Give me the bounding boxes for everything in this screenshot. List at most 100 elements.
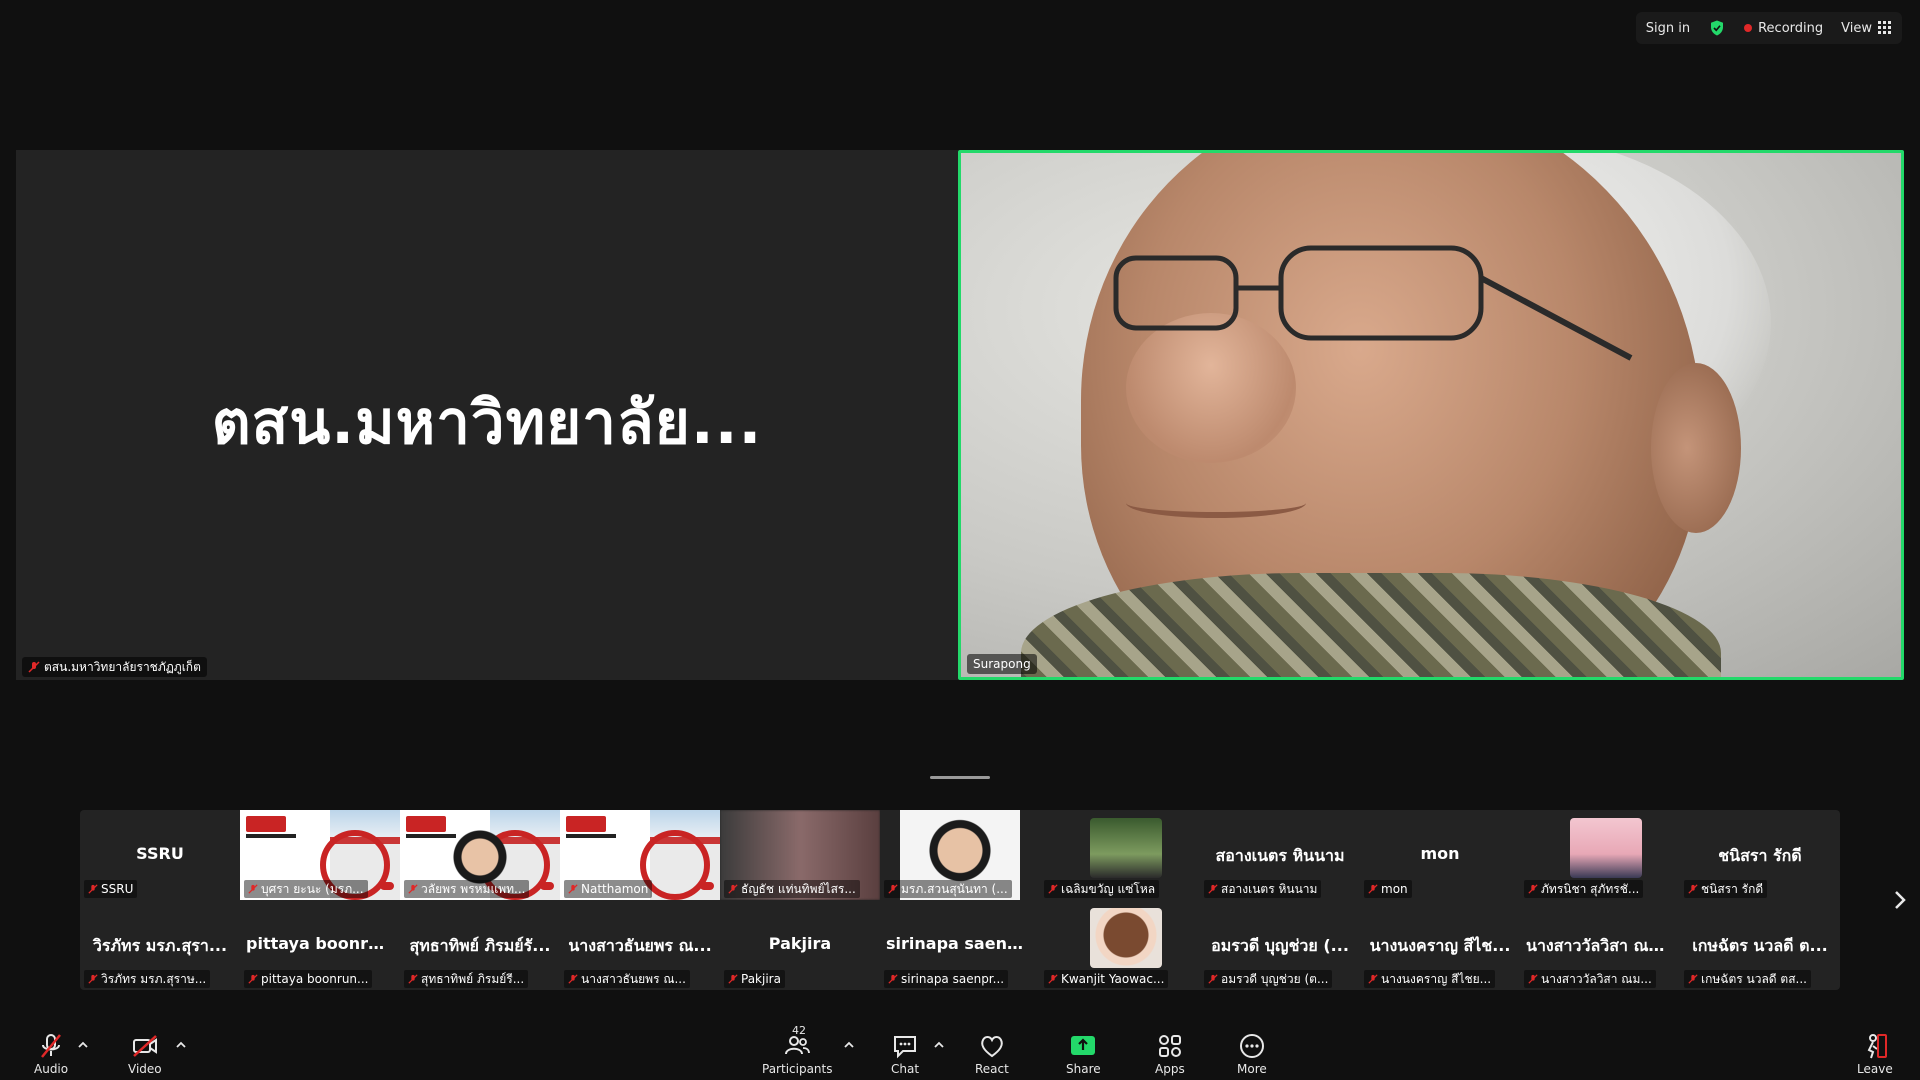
participant-name-tag: อมรวดี บุญช่วย (ต... <box>1204 970 1333 988</box>
gallery-tile[interactable]: อมรวดี บุญช่วย (... อมรวดี บุญช่วย (ต... <box>1200 900 1360 990</box>
mic-muted-icon <box>568 974 578 984</box>
heart-icon <box>981 1036 1003 1058</box>
gallery-tile[interactable]: เกษฉัตร นวลดี ต... เกษฉัตร นวลดี ตส... <box>1680 900 1840 990</box>
react-button[interactable]: React <box>975 1026 1009 1076</box>
gallery-next-page-icon[interactable] <box>1890 888 1910 912</box>
chat-label: Chat <box>891 1062 920 1076</box>
mic-muted-icon <box>1048 974 1058 984</box>
name-tag-label: Natthamon <box>581 882 649 896</box>
mic-muted-icon <box>1208 884 1218 894</box>
gallery-tile[interactable]: นางสาวธันยพร ณ... นางสาวธันยพร ณ... <box>560 900 720 990</box>
participants-button[interactable]: 42 Participants <box>762 1024 833 1076</box>
mic-muted-icon <box>248 884 258 894</box>
gallery-tile[interactable]: ภัทรนิชา สุภัทรชั... <box>1520 810 1680 900</box>
participant-display-name: ชนิสรา รักดี <box>1718 846 1802 865</box>
mic-muted-icon <box>888 884 898 894</box>
resize-handle[interactable] <box>930 776 990 779</box>
gallery-tile[interactable]: mon mon <box>1360 810 1520 900</box>
participant-avatar <box>1570 818 1642 878</box>
name-tag-label: Surapong <box>973 657 1031 671</box>
audio-button[interactable]: Audio <box>34 1026 68 1076</box>
gallery-tile[interactable]: มรภ.สวนสุนันทา (... <box>880 810 1040 900</box>
gallery-tile[interactable]: เฉลิมขวัญ แซ่โหล <box>1040 810 1200 900</box>
gallery-tile[interactable]: ชนิสรา รักดี ชนิสรา รักดี <box>1680 810 1840 900</box>
gallery-tile[interactable]: Kwanjit Yaowac... <box>1040 900 1200 990</box>
participant-name-tag: ชนิสรา รักดี <box>1684 880 1768 898</box>
participant-name-tag: เฉลิมขวัญ แซ่โหล <box>1044 880 1160 898</box>
video-options-caret-icon[interactable] <box>174 1038 188 1052</box>
participant-display-name: Pakjira <box>768 934 832 953</box>
speaker-tile-active[interactable]: Surapong <box>958 150 1904 680</box>
participant-avatar <box>1090 818 1162 878</box>
participant-name-tag: นางนงคราญ สีไชย... <box>1364 970 1496 988</box>
participant-display-name: สอางเนตร หินนาม <box>1215 846 1345 865</box>
mic-muted-icon <box>728 974 738 984</box>
name-tag-label: สุทธาทิพย์ ภิรมย์รี... <box>421 972 525 986</box>
name-tag-label: sirinapa saenpr... <box>901 972 1005 986</box>
gallery-tile[interactable]: ธัญธัช แท่นทิพย์ไสร... <box>720 810 880 900</box>
apps-label: Apps <box>1155 1062 1185 1076</box>
gallery-tile[interactable]: สุทธาทิพย์ ภิรมย์รั... สุทธาทิพย์ ภิรมย์ร… <box>400 900 560 990</box>
security-shield-icon[interactable] <box>1708 19 1726 37</box>
mic-muted-icon <box>408 884 418 894</box>
sign-in-label: Sign in <box>1645 20 1691 36</box>
name-tag-label: เกษฉัตร นวลดี ตส... <box>1701 972 1807 986</box>
audio-options-caret-icon[interactable] <box>76 1038 90 1052</box>
share-button[interactable]: Share <box>1066 1026 1101 1076</box>
recording-indicator[interactable]: Recording <box>1744 21 1823 36</box>
gallery-tile[interactable]: นางนงคราญ สีไช... นางนงคราญ สีไชย... <box>1360 900 1520 990</box>
participant-name-tag: นางสาววัลวิสา ณม... <box>1524 970 1656 988</box>
video-feed-glasses <box>1113 245 1633 361</box>
participant-display-name: นางสาวธันยพร ณ... <box>568 936 712 955</box>
gallery-tile[interactable]: sirinapa saenpr... sirinapa saenpr... <box>880 900 1040 990</box>
participants-options-caret-icon[interactable] <box>842 1038 856 1052</box>
name-tag-label: วิรภัทร มรภ.สุราษ... <box>101 972 207 986</box>
gallery-tile[interactable]: นางสาววัลวิสา ณม... นางสาววัลวิสา ณม... <box>1520 900 1680 990</box>
gallery-tile[interactable]: Pakjira Pakjira <box>720 900 880 990</box>
leave-button[interactable]: Leave <box>1857 1026 1893 1076</box>
gallery-row-1: SSRU SSRU บุศรา ยะนะ (มรภ... วลัยพร พรหมแพท… <box>80 810 1840 900</box>
name-tag-label: pittaya boonrun... <box>261 972 369 986</box>
participant-display-name: เกษฉัตร นวลดี ต... <box>1692 936 1828 955</box>
gallery-tile[interactable]: pittaya boonrun... pittaya boonrun... <box>240 900 400 990</box>
name-tag-label: mon <box>1381 882 1408 896</box>
mic-muted-icon <box>1368 884 1378 894</box>
participant-display-name: ตสน.มหาวิทยาลัย... <box>211 388 763 458</box>
gallery-tile[interactable]: สอางเนตร หินนาม สอางเนตร หินนาม <box>1200 810 1360 900</box>
participant-name-tag: Surapong <box>967 654 1037 674</box>
more-button[interactable]: More <box>1237 1026 1267 1076</box>
participant-name-tag: ภัทรนิชา สุภัทรชั... <box>1524 880 1644 898</box>
participant-display-name: pittaya boonrun... <box>246 934 400 953</box>
participant-display-name: นางสาววัลวิสา ณม... <box>1526 936 1678 955</box>
participant-display-name: สุทธาทิพย์ ภิรมย์รั... <box>409 936 551 955</box>
camera-off-icon <box>132 1035 157 1057</box>
chat-button[interactable]: Chat <box>891 1026 919 1076</box>
sign-in-button[interactable]: Sign in <box>1646 21 1690 36</box>
gallery-tile[interactable]: วิรภัทร มรภ.สุรา... วิรภัทร มรภ.สุราษ... <box>80 900 240 990</box>
participant-name-tag: วลัยพร พรหมแพท... <box>404 880 530 898</box>
video-feed-ear <box>1651 363 1741 533</box>
video-label: Video <box>128 1062 162 1076</box>
name-tag-label: ชนิสรา รักดี <box>1701 882 1764 896</box>
apps-button[interactable]: Apps <box>1155 1026 1185 1076</box>
chat-options-caret-icon[interactable] <box>932 1038 946 1052</box>
gallery-tile[interactable]: วลัยพร พรหมแพท... <box>400 810 560 900</box>
participant-gallery: SSRU SSRU บุศรา ยะนะ (มรภ... วลัยพร พรหมแพท… <box>80 810 1840 990</box>
leave-label: Leave <box>1857 1062 1893 1076</box>
more-label: More <box>1237 1062 1267 1076</box>
gallery-tile[interactable]: SSRU SSRU <box>80 810 240 900</box>
participant-name-tag: SSRU <box>84 880 138 898</box>
participant-name-tag: ธัญธัช แท่นทิพย์ไสร... <box>724 880 860 898</box>
share-screen-icon <box>1071 1036 1096 1055</box>
speaker-tile-left[interactable]: ตสน.มหาวิทยาลัย... ตสน.มหาวิทยาลัยราชภัฏ… <box>16 150 958 680</box>
gallery-row-2: วิรภัทร มรภ.สุรา... วิรภัทร มรภ.สุราษ... p… <box>80 900 1840 990</box>
name-tag-label: อมรวดี บุญช่วย (ต... <box>1221 972 1329 986</box>
gallery-tile[interactable]: บุศรา ยะนะ (มรภ... <box>240 810 400 900</box>
view-button[interactable]: View <box>1841 21 1892 36</box>
participant-name-tag: Natthamon <box>564 880 653 898</box>
gallery-tile[interactable]: Natthamon <box>560 810 720 900</box>
meeting-toolbar: Audio Video 42 Participants Chat React S… <box>0 1022 1920 1080</box>
name-tag-label: SSRU <box>101 882 134 896</box>
video-button[interactable]: Video <box>128 1026 162 1076</box>
mic-muted-icon <box>728 884 738 894</box>
